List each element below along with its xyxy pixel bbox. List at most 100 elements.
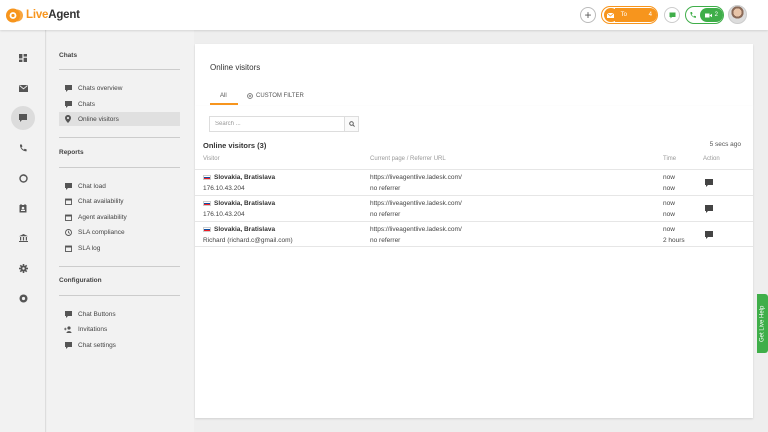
current-page[interactable]: https://liveagentlive.ladesk.com/ (370, 172, 462, 183)
chat-icon (19, 114, 27, 122)
nav-item-chat-availability[interactable]: Chat availability (59, 194, 180, 208)
contacts-icon (19, 203, 27, 212)
liveagent-logo[interactable]: LiveAgent (5, 6, 80, 24)
to-solve-count: 4 (648, 12, 652, 18)
phone-icon (19, 144, 27, 152)
current-page[interactable]: https://liveagentlive.ladesk.com/ (370, 198, 462, 209)
active-tab-indicator (210, 103, 238, 105)
time-cell: now 2 hours (663, 224, 685, 246)
nav-item-chat-load[interactable]: Chat load (59, 179, 180, 193)
visitor-identity: 176.10.43.204 (203, 185, 245, 192)
page-cell: https://liveagentlive.ladesk.com/ no ref… (370, 224, 462, 246)
list-title: Online visitors (3) (203, 141, 267, 150)
visitor-location: Slovakia, Bratislava (214, 174, 276, 181)
table-row[interactable]: Slovakia, Bratislava 176.10.43.204 https… (195, 195, 753, 221)
chat-bubble-icon (64, 310, 72, 318)
nav-item-online-visitors[interactable]: Online visitors (59, 112, 180, 126)
visitor-identity: 176.10.43.204 (203, 211, 245, 218)
time-value: now (663, 174, 675, 181)
secondary-nav: Chats Chats overview Chats Online visito… (47, 30, 194, 432)
help-icon (19, 294, 27, 302)
knowledgebase-button[interactable] (11, 166, 35, 190)
user-avatar[interactable] (728, 5, 747, 24)
tab-custom-filter[interactable]: CUSTOM FILTER (247, 93, 304, 99)
nav-item-chats[interactable]: Chats (59, 97, 180, 111)
calls-button[interactable]: 2 (685, 6, 724, 24)
visitors-panel: Online visitors (3) 5 secs ago Visitor C… (195, 106, 753, 418)
nav-item-label: SLA compliance (78, 228, 125, 236)
configuration-button[interactable] (11, 256, 35, 280)
calls-nav-button[interactable] (11, 136, 35, 160)
visitor-location: Slovakia, Bratislava (214, 226, 276, 233)
start-chat-icon[interactable] (705, 231, 713, 239)
gear-icon (18, 263, 28, 273)
time-value: now (663, 185, 675, 192)
visitor-cell: Slovakia, Bratislava Richard (richard.c@… (203, 224, 293, 246)
search-box (209, 116, 359, 132)
plus-icon: + (584, 8, 592, 22)
nav-item-invitations[interactable]: Invitations (59, 322, 180, 336)
chats-button[interactable] (11, 106, 35, 130)
page-title: Online visitors (210, 63, 261, 72)
to-solve-button[interactable]: To solve 4 (601, 6, 658, 32)
help-button[interactable] (11, 286, 35, 310)
nav-item-label: Chats overview (78, 84, 123, 92)
referrer: no referrer (370, 211, 401, 218)
get-live-help-tab[interactable]: Get Live Help (757, 294, 768, 353)
knowledge-icon (18, 173, 28, 183)
logo-text: LiveAgent (26, 9, 80, 21)
main-sidebar (0, 30, 46, 432)
nav-item-agent-availability[interactable]: Agent availability (59, 210, 180, 224)
time-value: 2 hours (663, 237, 685, 244)
to-solve-label: To solve (620, 12, 635, 32)
column-header-time: Time (663, 156, 677, 162)
table-row[interactable]: Slovakia, Bratislava 176.10.43.204 https… (195, 169, 753, 195)
dashboard-icon (19, 54, 27, 62)
chat-bubble-icon (64, 182, 72, 190)
nav-item-label: Chat Buttons (78, 310, 116, 318)
search-button[interactable] (344, 117, 358, 131)
nav-item-chat-settings[interactable]: Chat settings (59, 338, 180, 352)
nav-item-label: Chat settings (78, 341, 116, 349)
divider (59, 137, 180, 138)
chat-bubble-icon (64, 84, 72, 92)
contacts-button[interactable] (11, 196, 35, 220)
nav-item-chats-overview[interactable]: Chats overview (59, 81, 180, 95)
table-row[interactable]: Slovakia, Bratislava Richard (richard.c@… (195, 221, 753, 247)
add-button[interactable]: + (580, 7, 596, 23)
nav-item-sla-compliance[interactable]: SLA compliance (59, 225, 180, 239)
dashboard-button[interactable] (11, 46, 35, 70)
time-cell: now now (663, 198, 675, 220)
time-value: now (663, 200, 675, 207)
person-add-icon (64, 325, 72, 333)
page-cell: https://liveagentlive.ladesk.com/ no ref… (370, 198, 462, 220)
chat-icon (669, 12, 675, 18)
chat-status-button[interactable] (664, 7, 680, 23)
visitor-location: Slovakia, Bratislava (214, 200, 276, 207)
phone-icon (688, 8, 699, 22)
nav-item-label: Chats (78, 100, 95, 108)
tab-all[interactable]: All (220, 93, 227, 99)
slovakia-flag-icon (203, 226, 211, 232)
page-header: Online visitors All CUSTOM FILTER (195, 44, 753, 106)
map-pin-icon (64, 115, 72, 123)
reports-button[interactable] (11, 226, 35, 250)
nav-item-sla-log[interactable]: SLA log (59, 241, 180, 255)
start-chat-icon[interactable] (705, 205, 713, 213)
nav-item-label: Invitations (78, 325, 108, 333)
search-input[interactable] (210, 117, 344, 131)
calendar-icon (64, 244, 72, 252)
calendar-icon (64, 213, 72, 221)
start-chat-icon[interactable] (705, 179, 713, 187)
refresh-info: 5 secs ago (709, 141, 741, 148)
current-page[interactable]: https://liveagentlive.ladesk.com/ (370, 224, 462, 235)
calls-count: 2 (714, 12, 718, 18)
visitor-cell: Slovakia, Bratislava 176.10.43.204 (203, 172, 275, 194)
video-icon (704, 13, 712, 17)
nav-item-chat-buttons[interactable]: Chat Buttons (59, 307, 180, 321)
mail-icon (18, 84, 28, 92)
divider (59, 167, 180, 168)
time-value: now (663, 226, 675, 233)
referrer: no referrer (370, 185, 401, 192)
tickets-button[interactable] (11, 76, 35, 100)
